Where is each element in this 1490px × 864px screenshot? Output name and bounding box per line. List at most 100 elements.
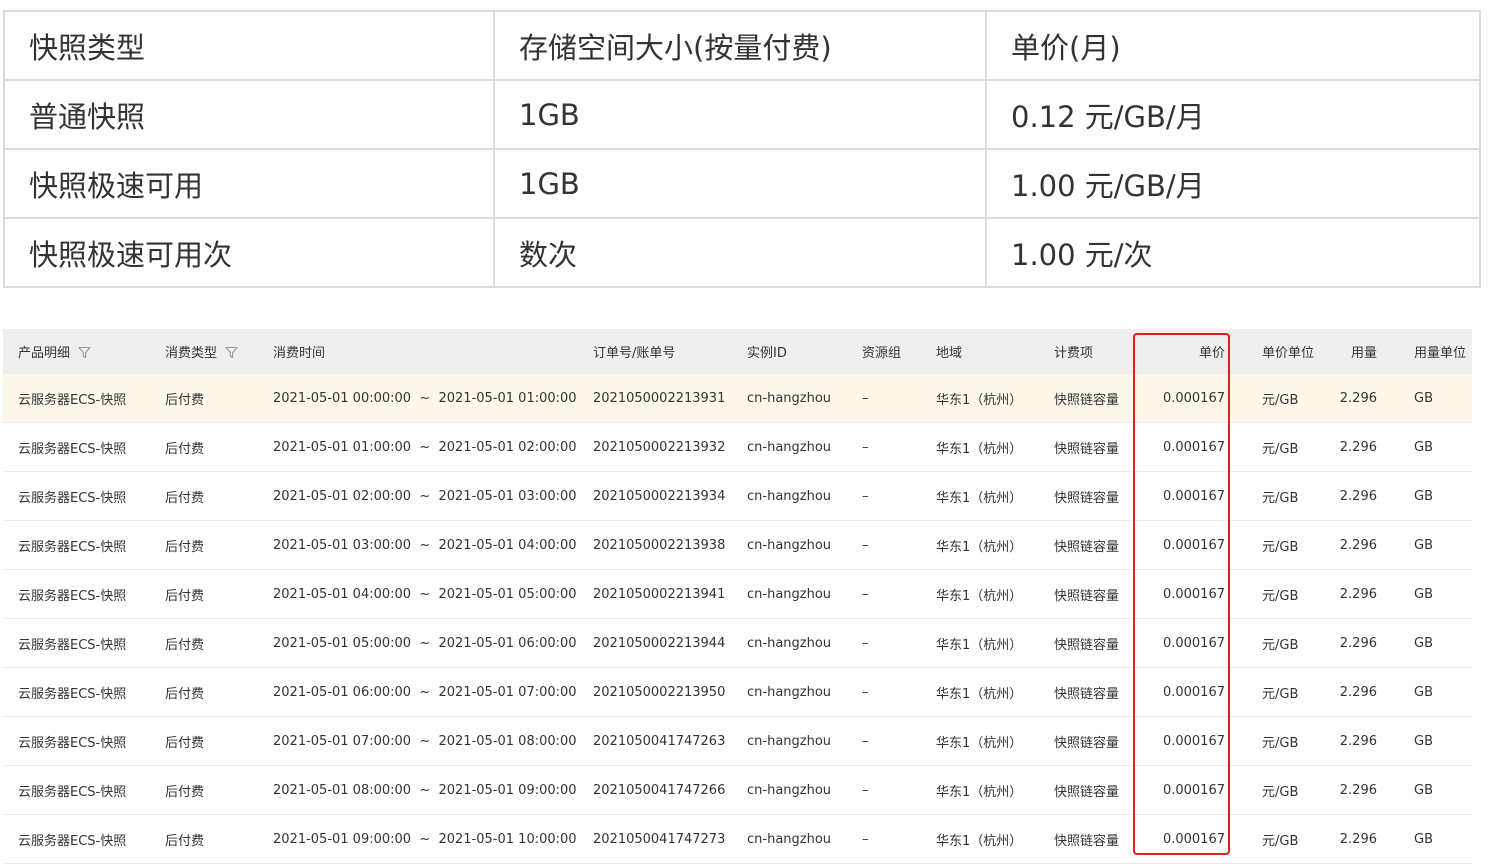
table-cell: 元/GB [1247, 667, 1325, 717]
table-cell: GB [1399, 569, 1472, 619]
table-cell: 元/GB [1247, 814, 1325, 864]
table-cell: 2021050041747273 [578, 814, 732, 864]
table-cell: 2021050002213934 [578, 471, 732, 521]
column-header[interactable]: 产品明细 [3, 329, 150, 374]
price-table-cell: 普通快照 [3, 79, 495, 150]
table-cell: 元/GB [1247, 569, 1325, 619]
table-row[interactable]: 云服务器ECS-快照 后付费 2021-05-01 03:00:00 ~ 2021-… [3, 520, 1472, 570]
table-row[interactable]: 云服务器ECS-快照 后付费 2021-05-01 04:00:00 ~ 2021-… [3, 569, 1472, 619]
table-cell: 2021-05-01 07:00:00 ~ 2021-05-01 08:00:0… [258, 716, 578, 766]
table-cell: 2021-05-01 02:00:00 ~ 2021-05-01 03:00:0… [258, 471, 578, 521]
column-header: 计费项 [1039, 329, 1139, 374]
table-cell: cn-hangzhou [732, 520, 847, 570]
table-cell: 云服务器ECS-快照 [3, 374, 150, 423]
column-header: 实例ID [732, 329, 847, 374]
table-cell: GB [1399, 520, 1472, 570]
table-cell: 元/GB [1247, 716, 1325, 766]
table-cell: 2.296 [1325, 814, 1399, 864]
table-cell: 华东1（杭州） [921, 520, 1039, 570]
table-cell: 2021050002213931 [578, 374, 732, 423]
table-row[interactable]: 云服务器ECS-快照 后付费 2021-05-01 01:00:00 ~ 2021-… [3, 422, 1472, 472]
table-cell: 2.296 [1325, 618, 1399, 668]
table-cell: 华东1（杭州） [921, 618, 1039, 668]
column-header: 用量 [1325, 329, 1399, 374]
table-cell: cn-hangzhou [732, 471, 847, 521]
table-cell: 2021-05-01 04:00:00 ~ 2021-05-01 05:00:0… [258, 569, 578, 619]
table-cell: cn-hangzhou [732, 765, 847, 815]
column-header: 地域 [921, 329, 1039, 374]
table-cell: 2021050041747263 [578, 716, 732, 766]
column-header-label: 计费项 [1054, 346, 1094, 361]
table-cell: 0.000167 [1139, 422, 1247, 472]
table-cell: cn-hangzhou [732, 422, 847, 472]
table-cell: 云服务器ECS-快照 [3, 422, 150, 472]
table-cell: 元/GB [1247, 422, 1325, 472]
table-cell: 元/GB [1247, 765, 1325, 815]
table-row[interactable]: 云服务器ECS-快照 后付费 2021-05-01 05:00:00 ~ 2021-… [3, 618, 1472, 668]
table-cell: 2021-05-01 03:00:00 ~ 2021-05-01 04:00:0… [258, 520, 578, 570]
table-cell: 云服务器ECS-快照 [3, 569, 150, 619]
table-row[interactable]: 云服务器ECS-快照 后付费 2021-05-01 02:00:00 ~ 2021-… [3, 471, 1472, 521]
table-cell: 2.296 [1325, 667, 1399, 717]
table-cell: 2021-05-01 08:00:00 ~ 2021-05-01 09:00:0… [258, 765, 578, 815]
column-header: 单价单位 [1247, 329, 1325, 374]
filter-funnel-icon[interactable] [225, 346, 238, 359]
table-cell: 快照链容量 [1039, 667, 1139, 717]
column-header-label: 单价 [1198, 346, 1225, 361]
column-header-label: 消费类型 [165, 346, 218, 361]
table-row[interactable]: 云服务器ECS-快照 后付费 2021-05-01 09:00:00 ~ 2021-… [3, 814, 1472, 864]
table-cell: – [847, 716, 921, 766]
price-table-cell: 0.12 元/GB/月 [985, 79, 1481, 150]
table-cell: 0.000167 [1139, 765, 1247, 815]
table-cell: GB [1399, 667, 1472, 717]
table-cell: 2021050041747266 [578, 765, 732, 815]
table-cell: 2.296 [1325, 471, 1399, 521]
table-row[interactable]: 云服务器ECS-快照 后付费 2021-05-01 00:00:00 ~ 2021-… [3, 374, 1472, 423]
table-cell: 2021050002213944 [578, 618, 732, 668]
price-table-cell: 数次 [493, 217, 987, 288]
table-cell: GB [1399, 618, 1472, 668]
table-cell: 2.296 [1325, 374, 1399, 423]
table-cell: 华东1（杭州） [921, 569, 1039, 619]
table-cell: 后付费 [150, 422, 258, 472]
column-header: 消费时间 [258, 329, 578, 374]
bill-detail-panel: 产品明细 消费类型 消费时间 订单号/账单号 实例ID 资源组 地域 计费项 单价 单价单位 用量 用… [3, 329, 1472, 864]
table-cell: 0.000167 [1139, 667, 1247, 717]
table-row[interactable]: 云服务器ECS-快照 后付费 2021-05-01 07:00:00 ~ 2021-… [3, 716, 1472, 766]
price-table-header-cell: 快照类型 [3, 10, 495, 81]
column-header[interactable]: 消费类型 [150, 329, 258, 374]
bill-detail-table: 产品明细 消费类型 消费时间 订单号/账单号 实例ID 资源组 地域 计费项 单价 单价单位 用量 用… [3, 329, 1472, 864]
table-cell: 后付费 [150, 667, 258, 717]
price-table-cell: 1.00 元/GB/月 [985, 148, 1481, 219]
table-cell: 后付费 [150, 814, 258, 864]
column-header-label: 消费时间 [273, 346, 326, 361]
price-table-cell: 1.00 元/次 [985, 217, 1481, 288]
table-cell: 云服务器ECS-快照 [3, 765, 150, 815]
table-cell: 快照链容量 [1039, 765, 1139, 815]
bill-table-header: 产品明细 消费类型 消费时间 订单号/账单号 实例ID 资源组 地域 计费项 单价 单价单位 用量 用… [3, 329, 1472, 374]
table-cell: 云服务器ECS-快照 [3, 716, 150, 766]
table-cell: 云服务器ECS-快照 [3, 471, 150, 521]
table-cell: 0.000167 [1139, 374, 1247, 423]
table-cell: – [847, 618, 921, 668]
column-header: 用量单位 [1399, 329, 1472, 374]
bill-table-body: 云服务器ECS-快照 后付费 2021-05-01 00:00:00 ~ 2021-… [3, 374, 1472, 864]
table-cell: 2021-05-01 09:00:00 ~ 2021-05-01 10:00:0… [258, 814, 578, 864]
table-cell: 后付费 [150, 618, 258, 668]
filter-funnel-icon[interactable] [78, 346, 91, 359]
table-row[interactable]: 云服务器ECS-快照 后付费 2021-05-01 08:00:00 ~ 2021-… [3, 765, 1472, 815]
table-cell: 0.000167 [1139, 814, 1247, 864]
table-cell: GB [1399, 765, 1472, 815]
table-cell: – [847, 520, 921, 570]
table-row[interactable]: 云服务器ECS-快照 后付费 2021-05-01 06:00:00 ~ 2021-… [3, 667, 1472, 717]
table-cell: – [847, 422, 921, 472]
table-cell: 2.296 [1325, 422, 1399, 472]
table-cell: – [847, 765, 921, 815]
table-cell: 云服务器ECS-快照 [3, 814, 150, 864]
table-cell: 2021-05-01 01:00:00 ~ 2021-05-01 02:00:0… [258, 422, 578, 472]
price-table-row: 快照极速可用次 数次 1.00 元/次 [3, 217, 1481, 288]
table-cell: cn-hangzhou [732, 618, 847, 668]
table-cell: 2021-05-01 00:00:00 ~ 2021-05-01 01:00:0… [258, 374, 578, 423]
table-cell: GB [1399, 471, 1472, 521]
snapshot-price-table: 快照类型 存储空间大小(按量付费) 单价(月) 普通快照 1GB 0.12 元/GB/月快… [3, 10, 1481, 288]
